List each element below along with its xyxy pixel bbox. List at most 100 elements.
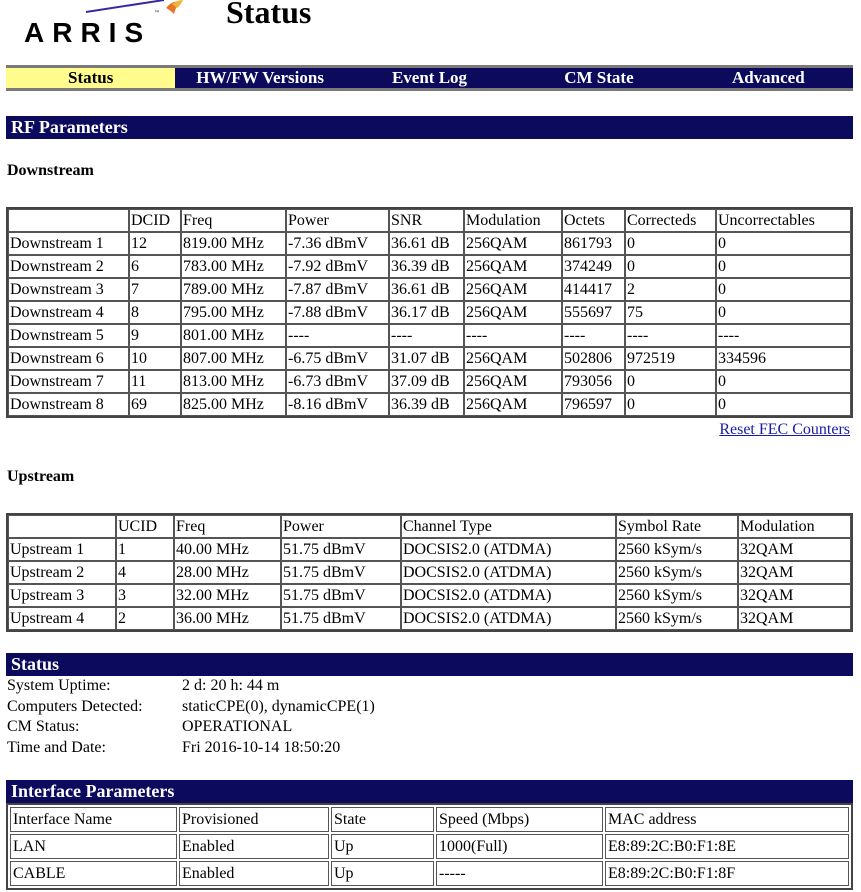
status-header: Status (6, 653, 853, 676)
downstream-row: Downstream 4 8 795.00 MHz -7.88 dBmV 36.17 d… (8, 301, 851, 324)
upstream-cell: Upstream 3 (8, 584, 116, 607)
downstream-cell: 0 (625, 370, 716, 393)
downstream-cell: 861793 (562, 232, 625, 255)
interface-cell: E8:89:2C:B0:F1:8F (605, 861, 849, 886)
interface-column-header: MAC address (605, 807, 849, 832)
upstream-cell: DOCSIS2.0 (ATDMA) (401, 584, 616, 607)
downstream-column-header: Freq (181, 209, 286, 232)
upstream-cell: 32QAM (738, 584, 851, 607)
downstream-cell: 374249 (562, 255, 625, 278)
downstream-cell: 972519 (625, 347, 716, 370)
downstream-column-header: Uncorrectables (716, 209, 851, 232)
cm-status-label: CM Status: (7, 718, 80, 735)
downstream-cell: 0 (716, 370, 851, 393)
upstream-cell: 2560 kSym/s (616, 584, 738, 607)
upstream-column-header: Modulation (738, 515, 851, 538)
downstream-cell: Downstream 4 (8, 301, 129, 324)
reset-fec-counters-link[interactable]: Reset FEC Counters (719, 421, 850, 439)
upstream-column-header: Symbol Rate (616, 515, 738, 538)
upstream-cell: 4 (116, 561, 174, 584)
interface-cell: CABLE (10, 861, 177, 886)
nav-event-log[interactable]: Event Log (345, 68, 514, 88)
downstream-cell: Downstream 2 (8, 255, 129, 278)
interface-cell: ----- (436, 861, 603, 886)
upstream-cell: 32QAM (738, 607, 851, 630)
upstream-cell: DOCSIS2.0 (ATDMA) (401, 561, 616, 584)
nav-status[interactable]: Status (6, 68, 176, 88)
header: ARRIS ™ Status (0, 0, 861, 64)
nav-hw-fw-versions[interactable]: HW/FW Versions (175, 68, 344, 88)
downstream-cell: 789.00 MHz (181, 278, 286, 301)
upstream-cell: 32QAM (738, 561, 851, 584)
status-row-computers: Computers Detected: staticCPE(0), dynami… (7, 697, 375, 718)
upstream-cell: Upstream 4 (8, 607, 116, 630)
upstream-cell: 32QAM (738, 538, 851, 561)
status-row-uptime: System Uptime: 2 d: 20 h: 44 m (7, 676, 375, 697)
downstream-cell: 36.17 dB (389, 301, 464, 324)
downstream-cell: 69 (129, 393, 181, 416)
downstream-cell: 12 (129, 232, 181, 255)
downstream-cell: 7 (129, 278, 181, 301)
interface-column-header: Speed (Mbps) (436, 807, 603, 832)
upstream-cell: 2560 kSym/s (616, 538, 738, 561)
upstream-cell: Upstream 2 (8, 561, 116, 584)
interface-cell: LAN (10, 834, 177, 859)
upstream-cell: 2 (116, 607, 174, 630)
downstream-cell: 0 (716, 278, 851, 301)
downstream-cell: 334596 (716, 347, 851, 370)
downstream-cell: 36.39 dB (389, 393, 464, 416)
downstream-cell: ---- (464, 324, 562, 347)
upstream-cell: 51.75 dBmV (281, 584, 401, 607)
interface-column-header: State (331, 807, 434, 832)
downstream-cell: -7.36 dBmV (286, 232, 389, 255)
downstream-cell: 2 (625, 278, 716, 301)
nav-advanced[interactable]: Advanced (684, 68, 853, 88)
downstream-cell: 555697 (562, 301, 625, 324)
upstream-cell: 28.00 MHz (174, 561, 281, 584)
upstream-cell: DOCSIS2.0 (ATDMA) (401, 607, 616, 630)
upstream-cell: 51.75 dBmV (281, 607, 401, 630)
downstream-cell: ---- (286, 324, 389, 347)
downstream-cell: 31.07 dB (389, 347, 464, 370)
interface-cell: Enabled (179, 861, 329, 886)
downstream-cell: 783.00 MHz (181, 255, 286, 278)
upstream-cell: 2560 kSym/s (616, 607, 738, 630)
downstream-cell: 11 (129, 370, 181, 393)
downstream-cell: 256QAM (464, 347, 562, 370)
downstream-cell: 0 (716, 232, 851, 255)
time-date-label: Time and Date: (7, 738, 106, 756)
upstream-column-header: UCID (116, 515, 174, 538)
main-nav: Status HW/FW Versions Event Log CM State… (6, 65, 853, 91)
downstream-cell: 37.09 dB (389, 370, 464, 393)
downstream-cell: -8.16 dBmV (286, 393, 389, 416)
interface-cell: E8:89:2C:B0:F1:8E (605, 834, 849, 859)
downstream-cell: -7.88 dBmV (286, 301, 389, 324)
downstream-cell: 256QAM (464, 370, 562, 393)
downstream-cell: Downstream 1 (8, 232, 129, 255)
nav-cm-state[interactable]: CM State (514, 68, 683, 88)
downstream-cell: 256QAM (464, 232, 562, 255)
downstream-cell: 256QAM (464, 301, 562, 324)
downstream-cell: 256QAM (464, 278, 562, 301)
upstream-cell: 40.00 MHz (174, 538, 281, 561)
interface-cell: Enabled (179, 834, 329, 859)
downstream-cell: -7.87 dBmV (286, 278, 389, 301)
downstream-column-header: SNR (389, 209, 464, 232)
downstream-cell: Downstream 7 (8, 370, 129, 393)
uptime-label: System Uptime: (7, 677, 111, 694)
upstream-table: UCID Freq Power Channel Type Symbol Rate Modu… (6, 513, 853, 632)
logo-text: ARRIS (24, 17, 152, 48)
downstream-cell: -6.75 dBmV (286, 347, 389, 370)
upstream-column-header: Power (281, 515, 401, 538)
downstream-cell: ---- (562, 324, 625, 347)
downstream-row: Downstream 1 12 819.00 MHz -7.36 dBmV 36.61 … (8, 232, 851, 255)
downstream-cell: 825.00 MHz (181, 393, 286, 416)
interface-table: Interface Name Provisioned State Speed (Mbp… (6, 803, 853, 890)
upstream-cell: 3 (116, 584, 174, 607)
interface-column-header: Interface Name (10, 807, 177, 832)
upstream-header-row: UCID Freq Power Channel Type Symbol Rate Modu… (8, 515, 851, 538)
upstream-cell: 51.75 dBmV (281, 538, 401, 561)
interface-parameters-header: Interface Parameters (6, 780, 853, 803)
downstream-cell: 10 (129, 347, 181, 370)
downstream-header-row: DCID Freq Power SNR Modulation Octets Correcte… (8, 209, 851, 232)
